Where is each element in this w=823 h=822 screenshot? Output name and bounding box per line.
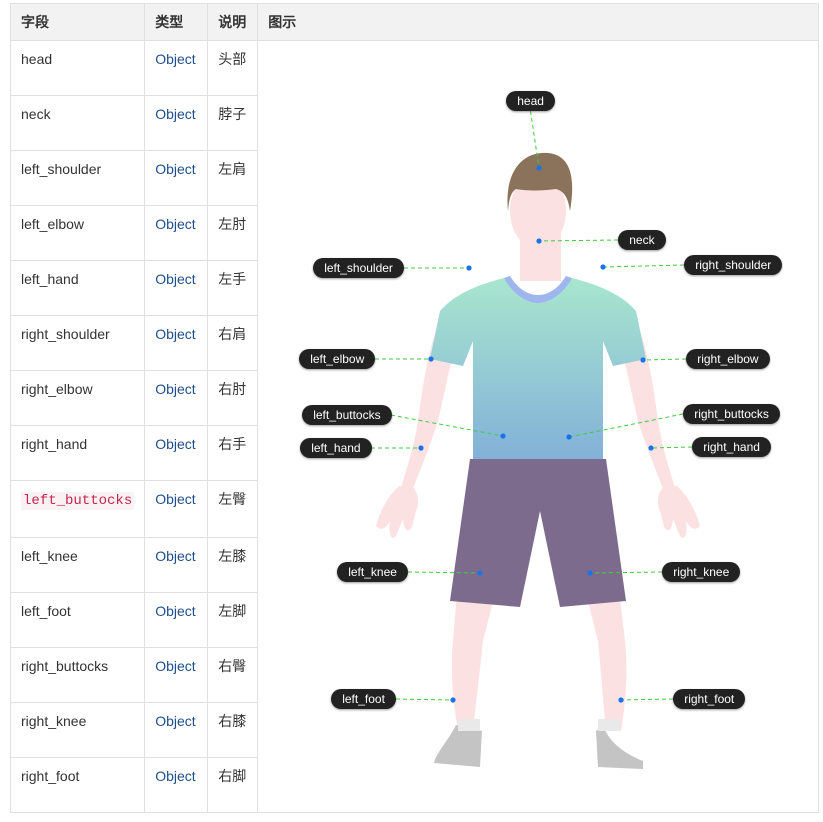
keypoint-label-left-elbow: left_elbow (299, 349, 376, 369)
keypoint-label-left-buttocks: left_buttocks (302, 405, 392, 425)
field-type: Object (144, 480, 209, 538)
field-name: left_elbow (9, 205, 146, 261)
field-type: Object (144, 370, 209, 426)
field-type: Object (144, 537, 209, 593)
header-type: 类型 (144, 3, 209, 41)
header-figure: 图示 (257, 3, 819, 41)
field-desc: 左膝 (207, 537, 259, 593)
keypoint-right-elbow (640, 357, 646, 363)
keypoint-label-right-hand: right_hand (692, 437, 771, 457)
field-name: left_shoulder (9, 150, 146, 206)
keypoint-left-elbow (428, 356, 434, 362)
field-desc: 左肘 (207, 205, 259, 261)
field-desc: 右脚 (207, 757, 259, 813)
keypoint-label-right-buttocks: right_buttocks (683, 404, 780, 424)
keypoint-right-hand (648, 445, 654, 451)
keypoint-label-right-knee: right_knee (662, 562, 741, 582)
keypoint-label-left-foot: left_foot (331, 689, 396, 709)
leader-line-right-shoulder (603, 264, 685, 268)
field-type: Object (144, 150, 209, 206)
field-desc: 右肩 (207, 315, 259, 371)
keypoint-label-left-knee: left_knee (337, 562, 408, 582)
field-name: left_knee (9, 537, 146, 593)
header-desc: 说明 (207, 3, 259, 41)
field-type: Object (144, 40, 209, 96)
keypoint-label-neck: neck (618, 230, 666, 250)
keypoint-label-head: head (506, 91, 555, 111)
keypoint-left-foot (450, 697, 456, 703)
field-name: right_hand (9, 425, 146, 481)
field-type: Object (144, 205, 209, 261)
field-name: left_foot (9, 592, 146, 648)
field-desc: 左肩 (207, 150, 259, 206)
field-desc: 右手 (207, 425, 259, 481)
field-desc: 左臀 (207, 480, 259, 538)
table-row: head Object 头部 head neck left_shoulder r… (9, 40, 819, 813)
leader-line-right-elbow (643, 358, 687, 361)
field-type: Object (144, 95, 209, 151)
field-name-code: left_buttocks (21, 492, 135, 510)
leader-line-left-foot (396, 698, 454, 701)
keypoint-left-buttocks (500, 433, 506, 439)
body-keypoint-figure: head neck left_shoulder right_shoulder left_… (257, 40, 819, 813)
keypoint-head (536, 165, 542, 171)
field-desc: 脖子 (207, 95, 259, 151)
field-desc: 头部 (207, 40, 259, 96)
keypoint-neck (536, 238, 542, 244)
header-field: 字段 (9, 3, 146, 41)
field-type: Object (144, 757, 209, 813)
field-desc: 右膝 (207, 702, 259, 758)
keypoint-left-hand (418, 445, 424, 451)
field-type: Object (144, 315, 209, 371)
field-table: 字段 类型 说明 图示 head Object 头部 head neck lef… (9, 3, 819, 813)
keypoint-label-left-shoulder: left_shoulder (313, 258, 404, 278)
field-name: right_buttocks (9, 647, 146, 703)
leader-line-right-foot (621, 698, 674, 701)
field-name: head (9, 40, 146, 96)
field-type: Object (144, 647, 209, 703)
field-type: Object (144, 260, 209, 316)
keypoint-right-knee (587, 570, 593, 576)
keypoint-right-foot (618, 697, 624, 703)
keypoint-left-shoulder (466, 265, 472, 271)
keypoint-left-knee (477, 570, 483, 576)
keypoint-label-left-hand: left_hand (300, 438, 372, 458)
field-name: left_buttocks (9, 480, 146, 538)
field-name: right_elbow (9, 370, 146, 426)
field-name: right_shoulder (9, 315, 146, 371)
field-name: right_foot (9, 757, 146, 813)
field-desc: 左脚 (207, 592, 259, 648)
keypoint-label-right-elbow: right_elbow (686, 349, 770, 369)
keypoint-right-shoulder (600, 264, 606, 270)
keypoint-right-buttocks (566, 434, 572, 440)
keypoint-label-right-foot: right_foot (673, 689, 746, 709)
field-name: left_hand (9, 260, 146, 316)
field-type: Object (144, 425, 209, 481)
field-desc: 左手 (207, 260, 259, 316)
keypoint-label-right-shoulder: right_shoulder (684, 255, 783, 275)
field-type: Object (144, 702, 209, 758)
field-desc: 右肘 (207, 370, 259, 426)
table-header-row: 字段 类型 说明 图示 (9, 3, 819, 41)
field-type: Object (144, 592, 209, 648)
field-name: neck (9, 95, 146, 151)
field-desc: 右臀 (207, 647, 259, 703)
field-name: right_knee (9, 702, 146, 758)
